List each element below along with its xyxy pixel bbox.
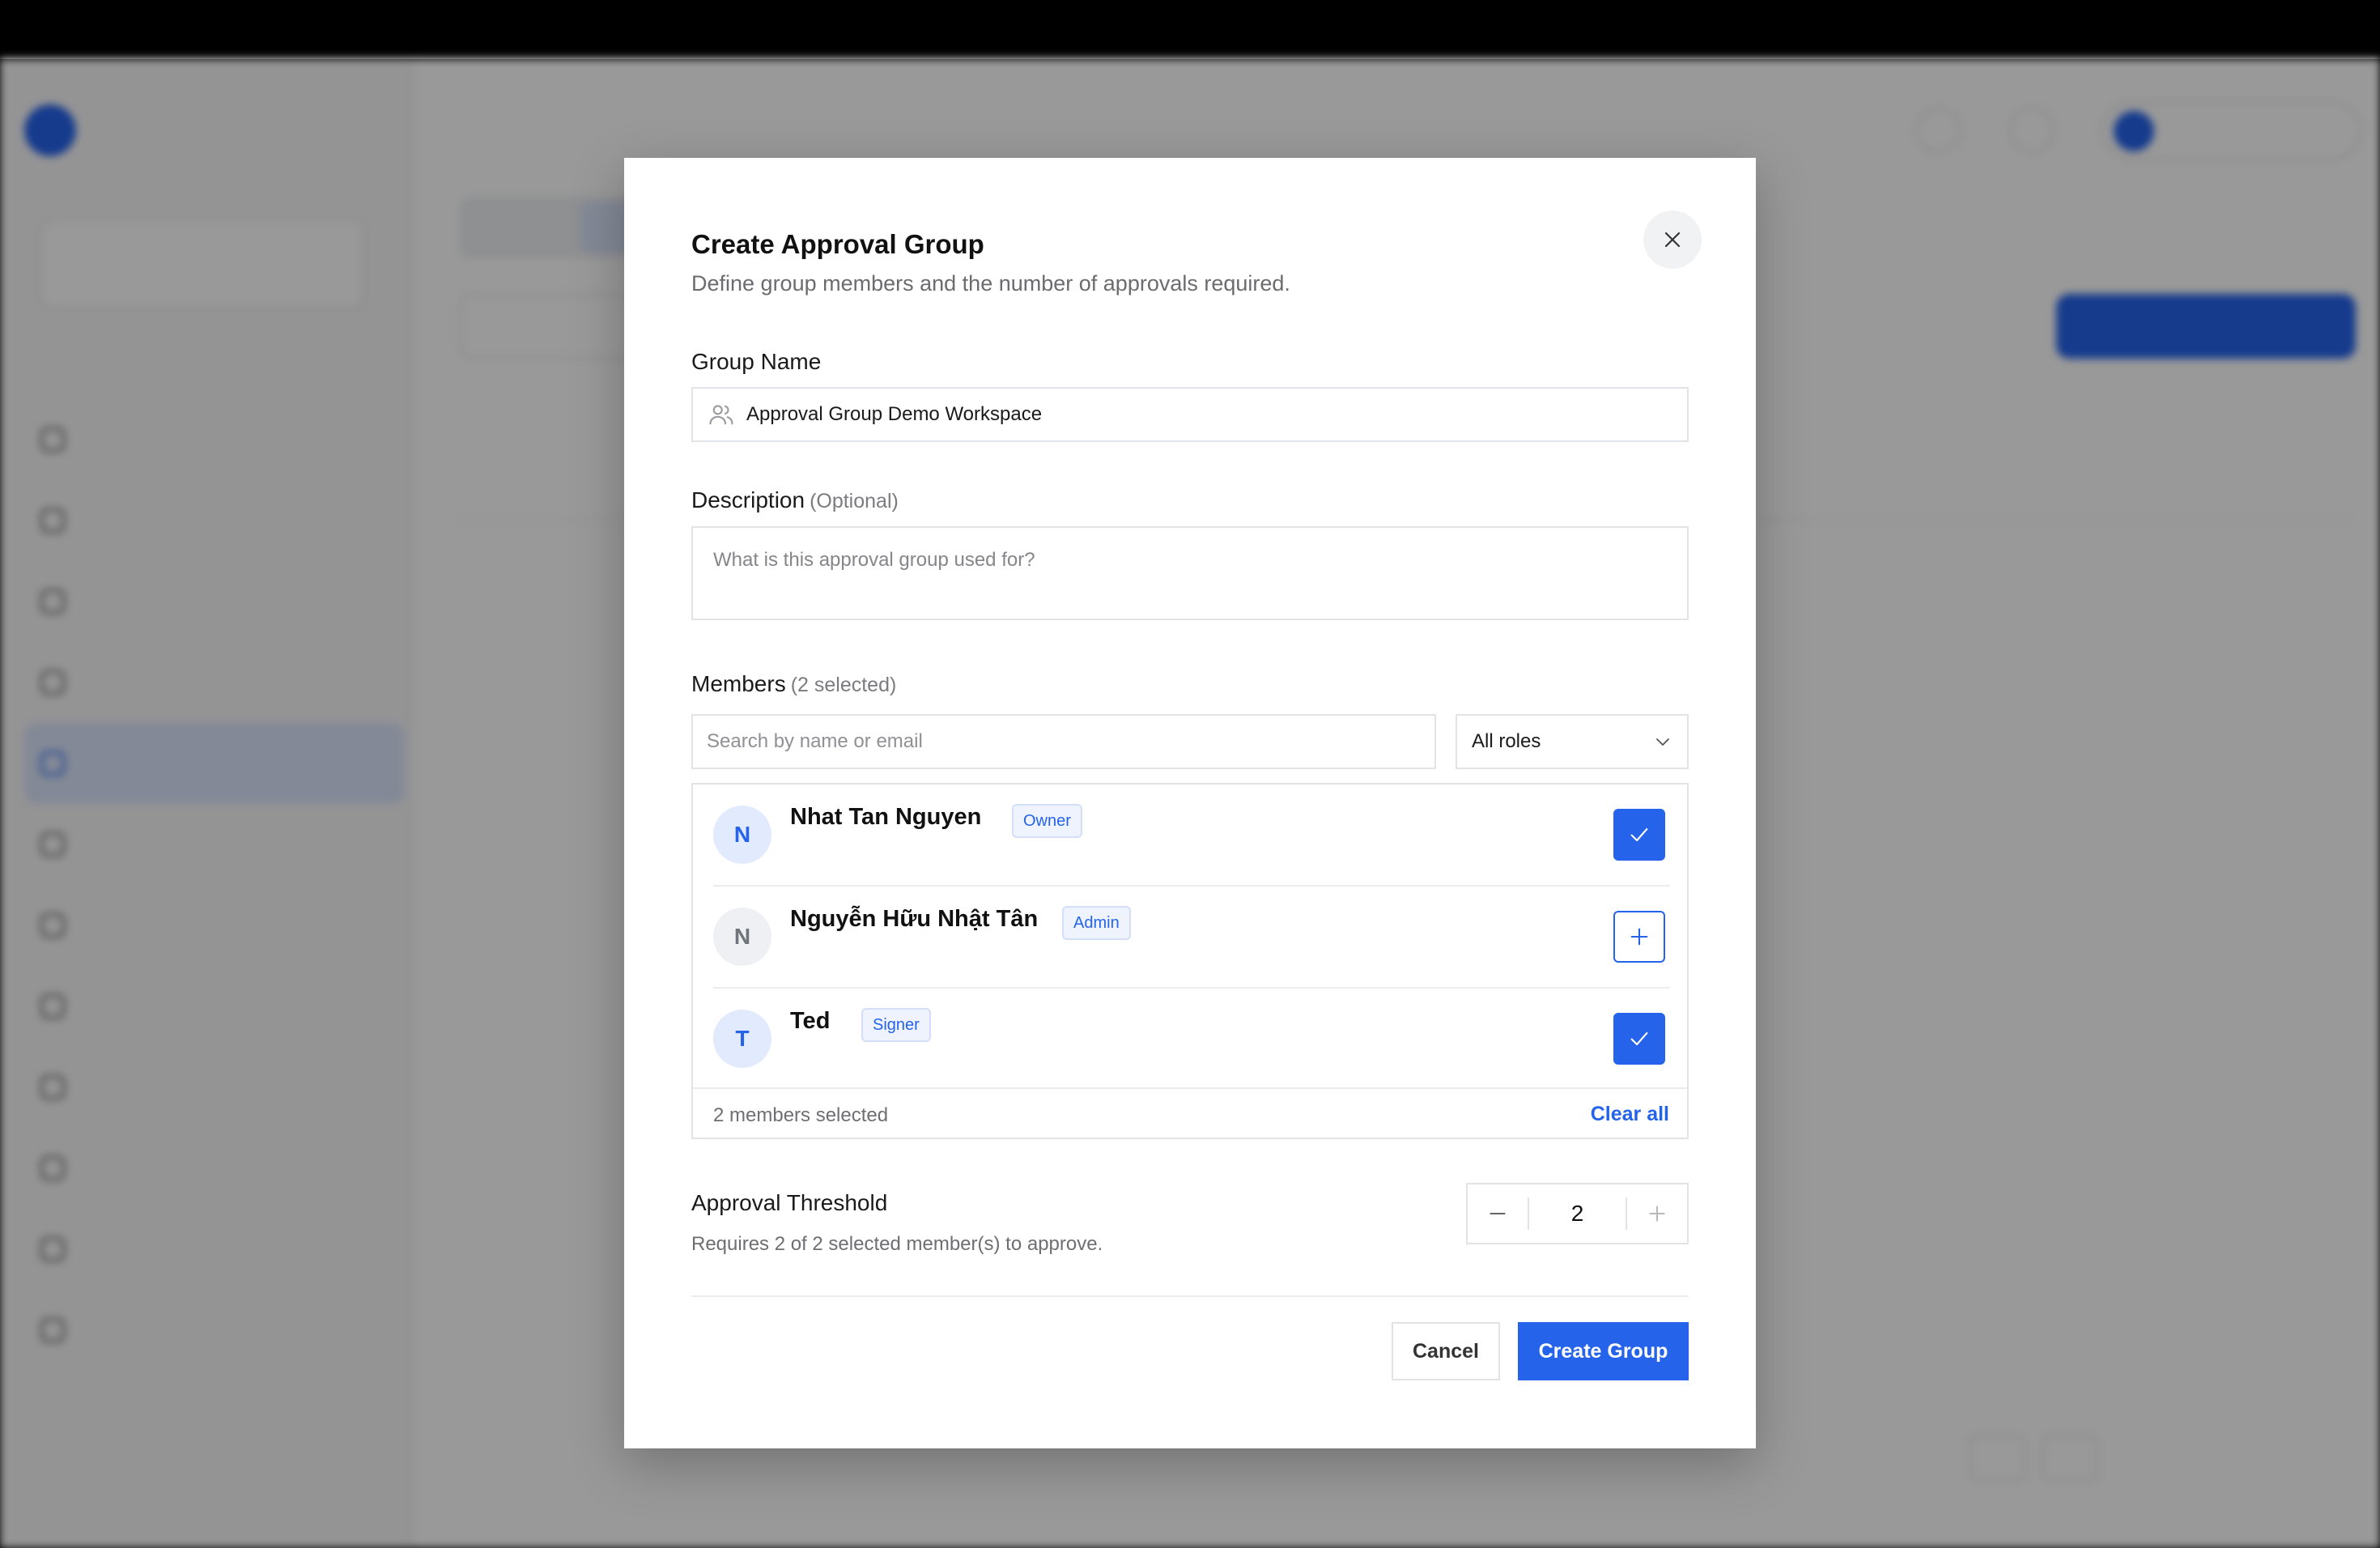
- create-group-button[interactable]: Create Group: [1518, 1322, 1689, 1380]
- avatar: N: [713, 806, 771, 864]
- members-count-note: (2 selected): [790, 674, 897, 696]
- role-badge: Admin: [1062, 906, 1131, 940]
- member-add-button[interactable]: [1613, 911, 1665, 963]
- members-label-text: Members: [691, 671, 786, 696]
- role-filter-value: All roles: [1472, 730, 1541, 752]
- member-list-footer: 2 members selected Clear all: [693, 1087, 1687, 1139]
- threshold-title: Approval Threshold: [691, 1190, 888, 1215]
- window-top-bar: [0, 0, 2380, 59]
- group-name-input[interactable]: [746, 403, 1637, 426]
- threshold-value[interactable]: 2: [1529, 1201, 1626, 1227]
- member-select-checkbox[interactable]: [1613, 809, 1665, 861]
- member-name: Nhat Tan Nguyen: [790, 804, 982, 830]
- increment-button[interactable]: [1627, 1184, 1687, 1243]
- check-icon: [1630, 1031, 1648, 1046]
- dialog-subtitle: Define group members and the number of a…: [691, 271, 1290, 296]
- check-icon: [1630, 827, 1648, 842]
- description-label-text: Description: [691, 487, 805, 512]
- footer-divider: [691, 1295, 1689, 1297]
- threshold-description: Requires 2 of 2 selected member(s) to ap…: [691, 1233, 1103, 1255]
- description-label: Description (Optional): [691, 487, 899, 513]
- group-name-field[interactable]: [691, 387, 1689, 442]
- selected-count: 2 members selected: [713, 1104, 889, 1126]
- member-list: N Nhat Tan Nguyen Owner N Nguyễn Hữu Nhậ…: [691, 783, 1689, 1139]
- role-badge: Owner: [1012, 804, 1082, 838]
- member-search-input[interactable]: [691, 714, 1436, 769]
- create-approval-group-dialog: Create Approval Group Define group membe…: [624, 158, 1756, 1448]
- avatar: N: [713, 908, 771, 966]
- cancel-button[interactable]: Cancel: [1392, 1322, 1500, 1380]
- group-name-label: Group Name: [691, 349, 822, 374]
- plus-icon: [1630, 928, 1648, 946]
- member-name: Ted: [790, 1008, 831, 1034]
- member-select-checkbox[interactable]: [1613, 1013, 1665, 1065]
- member-row[interactable]: N Nhat Tan Nguyen Owner: [713, 785, 1670, 887]
- description-input[interactable]: [691, 526, 1689, 620]
- member-row[interactable]: N Nguyễn Hữu Nhật Tân Admin: [713, 887, 1670, 989]
- plus-icon: [1649, 1206, 1665, 1222]
- optional-hint: (Optional): [810, 490, 899, 512]
- dialog-title: Create Approval Group: [691, 229, 984, 259]
- threshold-stepper: 2: [1466, 1183, 1689, 1244]
- members-label: Members (2 selected): [691, 671, 896, 697]
- chevron-down-icon: [1656, 738, 1669, 746]
- avatar: T: [713, 1010, 771, 1068]
- member-row[interactable]: T Ted Signer: [713, 989, 1670, 1091]
- decrement-button[interactable]: [1468, 1184, 1528, 1243]
- close-icon: [1664, 232, 1681, 248]
- users-icon: [709, 405, 733, 425]
- close-button[interactable]: [1643, 211, 1702, 269]
- role-filter-select[interactable]: All roles: [1456, 714, 1689, 769]
- member-name: Nguyễn Hữu Nhật Tân: [790, 906, 1039, 932]
- clear-all-button[interactable]: Clear all: [1591, 1103, 1669, 1126]
- role-badge: Signer: [861, 1008, 931, 1042]
- minus-icon: [1490, 1213, 1506, 1214]
